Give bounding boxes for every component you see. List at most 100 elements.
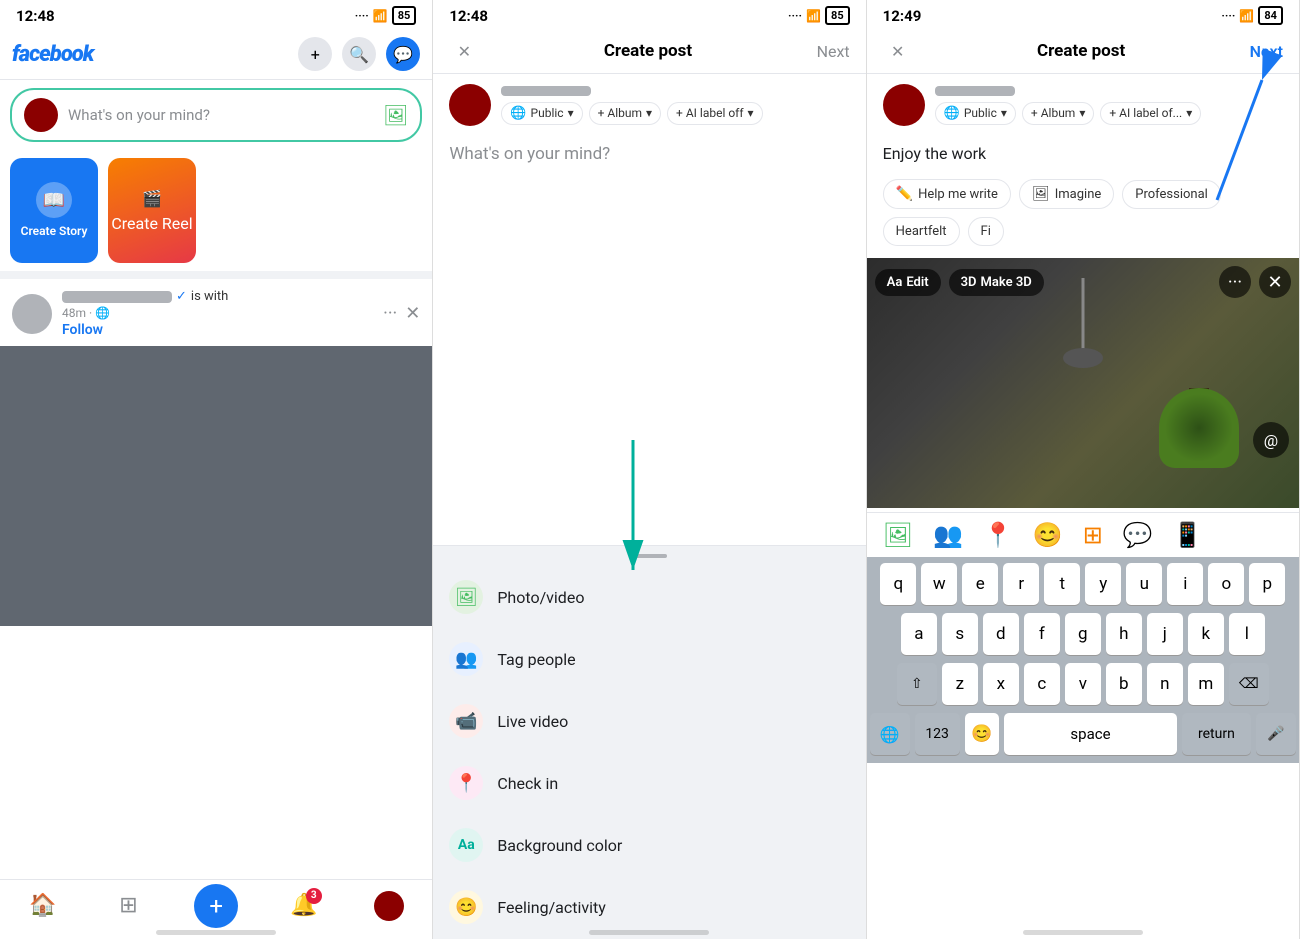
- heartfelt-button[interactable]: Heartfelt: [883, 217, 960, 246]
- key-b[interactable]: b: [1106, 663, 1142, 705]
- key-t[interactable]: t: [1044, 563, 1080, 605]
- messenger-icon[interactable]: 💬: [386, 37, 420, 71]
- nav-profile[interactable]: [369, 886, 409, 926]
- key-u[interactable]: u: [1126, 563, 1162, 605]
- key-i[interactable]: i: [1167, 563, 1203, 605]
- photo-media-icon[interactable]: 🖼: [883, 521, 913, 549]
- option-tag-people[interactable]: 👥 Tag people: [433, 628, 865, 690]
- key-j[interactable]: j: [1147, 613, 1183, 655]
- post-box[interactable]: What's on your mind? 🖼: [10, 88, 422, 142]
- add-icon[interactable]: +: [298, 37, 332, 71]
- option-background-color[interactable]: Aa Background color: [433, 814, 865, 876]
- close-feed-icon[interactable]: ✕: [405, 303, 420, 324]
- pencil-icon: ✏️: [896, 186, 913, 202]
- nav-grid[interactable]: ⊞: [108, 886, 148, 926]
- tag-media-icon[interactable]: 👥: [933, 521, 963, 549]
- key-h[interactable]: h: [1106, 613, 1142, 655]
- imagine-icon: 🖼: [1032, 186, 1050, 202]
- feed-post: ✓ is with 48m · 🌐 Follow ··· ✕: [0, 271, 432, 636]
- nav-home[interactable]: 🏠: [23, 886, 63, 926]
- create-story-button[interactable]: 📖 Create Story: [10, 158, 98, 263]
- post-user-info-3: 🌐 Public ▾ + Album ▾ + AI label of... ▾: [935, 86, 1283, 125]
- key-a[interactable]: a: [901, 613, 937, 655]
- key-y[interactable]: y: [1085, 563, 1121, 605]
- imagine-button[interactable]: 🖼 Imagine: [1019, 179, 1114, 209]
- screen1: 12:48 ···· 📶 85 facebook + 🔍 💬 What's on…: [0, 0, 433, 939]
- key-s[interactable]: s: [942, 613, 978, 655]
- key-emoji[interactable]: 😊: [965, 713, 1000, 755]
- chip-public-3[interactable]: 🌐 Public ▾: [935, 102, 1016, 125]
- key-n[interactable]: n: [1147, 663, 1183, 705]
- editor-close-button[interactable]: ✕: [1259, 266, 1291, 298]
- key-space[interactable]: space: [1004, 713, 1177, 755]
- post-textarea-2[interactable]: What's on your mind?: [433, 136, 865, 545]
- key-x[interactable]: x: [983, 663, 1019, 705]
- plant: [1159, 388, 1239, 508]
- wifi-icon-2: 📶: [806, 9, 821, 23]
- location-media-icon[interactable]: 📍: [983, 521, 1013, 549]
- make3d-button[interactable]: 3D Make 3D: [949, 269, 1044, 296]
- next-button-3[interactable]: Next: [1250, 42, 1283, 61]
- key-mic[interactable]: 🎤: [1256, 713, 1296, 755]
- status-bar-1: 12:48 ···· 📶 85: [0, 0, 432, 29]
- key-r[interactable]: r: [1003, 563, 1039, 605]
- key-l[interactable]: l: [1229, 613, 1265, 655]
- key-delete[interactable]: ⌫: [1229, 663, 1269, 705]
- ai-tools-row: ✏️ Help me write 🖼 Imagine Professional …: [867, 171, 1299, 254]
- key-q[interactable]: q: [880, 563, 916, 605]
- close-button-2[interactable]: ✕: [449, 42, 479, 61]
- chip-public[interactable]: 🌐 Public ▾: [501, 102, 582, 125]
- key-return[interactable]: return: [1182, 713, 1251, 755]
- follow-button[interactable]: Follow: [62, 322, 373, 338]
- option-photo-video[interactable]: 🖼 Photo/video: [433, 566, 865, 628]
- post-user-row-2: 🌐 Public ▾ + Album ▾ + AI label off ▾: [433, 74, 865, 136]
- messenger-media-icon[interactable]: 💬: [1123, 521, 1153, 549]
- key-v[interactable]: v: [1065, 663, 1101, 705]
- key-d[interactable]: d: [983, 613, 1019, 655]
- more-icon[interactable]: ···: [383, 303, 397, 324]
- key-c[interactable]: c: [1024, 663, 1060, 705]
- key-g[interactable]: g: [1065, 613, 1101, 655]
- chip-ai-chevron-3: ▾: [1186, 106, 1192, 120]
- key-f[interactable]: f: [1024, 613, 1060, 655]
- whatsapp-media-icon[interactable]: 📱: [1173, 521, 1203, 549]
- key-z[interactable]: z: [942, 663, 978, 705]
- key-m[interactable]: m: [1188, 663, 1224, 705]
- search-icon[interactable]: 🔍: [342, 37, 376, 71]
- key-globe[interactable]: 🌐: [870, 713, 910, 755]
- edit-button[interactable]: Aa Edit: [875, 269, 941, 296]
- keyboard-row-4: 🌐 123 😊 space return 🎤: [870, 713, 1296, 755]
- fi-button[interactable]: Fi: [968, 217, 1004, 246]
- mention-button[interactable]: @: [1253, 422, 1289, 458]
- grid-media-icon[interactable]: ⊞: [1083, 521, 1103, 549]
- next-button-2[interactable]: Next: [817, 42, 850, 61]
- key-p[interactable]: p: [1249, 563, 1285, 605]
- nav-bell[interactable]: 🔔 3: [284, 886, 324, 926]
- option-check-in[interactable]: 📍 Check in: [433, 752, 865, 814]
- chip-album[interactable]: + Album ▾: [589, 102, 661, 125]
- emoji-media-icon[interactable]: 😊: [1033, 521, 1063, 549]
- help-me-write-button[interactable]: ✏️ Help me write: [883, 179, 1011, 209]
- close-button-3[interactable]: ✕: [883, 42, 913, 61]
- create-reel-button[interactable]: 🎬 Create Reel: [108, 158, 196, 263]
- chip-album-3[interactable]: + Album ▾: [1022, 102, 1094, 125]
- chip-ai-3[interactable]: + AI label of... ▾: [1100, 102, 1201, 125]
- plant-leaves: [1159, 388, 1239, 468]
- key-shift[interactable]: ⇧: [897, 663, 937, 705]
- nav-add[interactable]: +: [194, 884, 238, 928]
- option-live-video[interactable]: 📹 Live video: [433, 690, 865, 752]
- battery-2: 85: [825, 6, 850, 25]
- key-w[interactable]: w: [921, 563, 957, 605]
- editor-more-button[interactable]: ···: [1219, 266, 1251, 298]
- professional-button[interactable]: Professional: [1122, 180, 1221, 209]
- chip-ai-label[interactable]: + AI label off ▾: [667, 102, 763, 125]
- sheet-handle: [631, 554, 667, 558]
- post-username-3: [935, 86, 1015, 96]
- key-k[interactable]: k: [1188, 613, 1224, 655]
- post-content-text[interactable]: Enjoy the work: [867, 136, 1299, 171]
- key-e[interactable]: e: [962, 563, 998, 605]
- key-o[interactable]: o: [1208, 563, 1244, 605]
- option-feeling[interactable]: 😊 Feeling/activity: [433, 876, 865, 938]
- key-num[interactable]: 123: [915, 713, 960, 755]
- media-row: 🖼 👥 📍 😊 ⊞ 💬 📱: [867, 512, 1299, 557]
